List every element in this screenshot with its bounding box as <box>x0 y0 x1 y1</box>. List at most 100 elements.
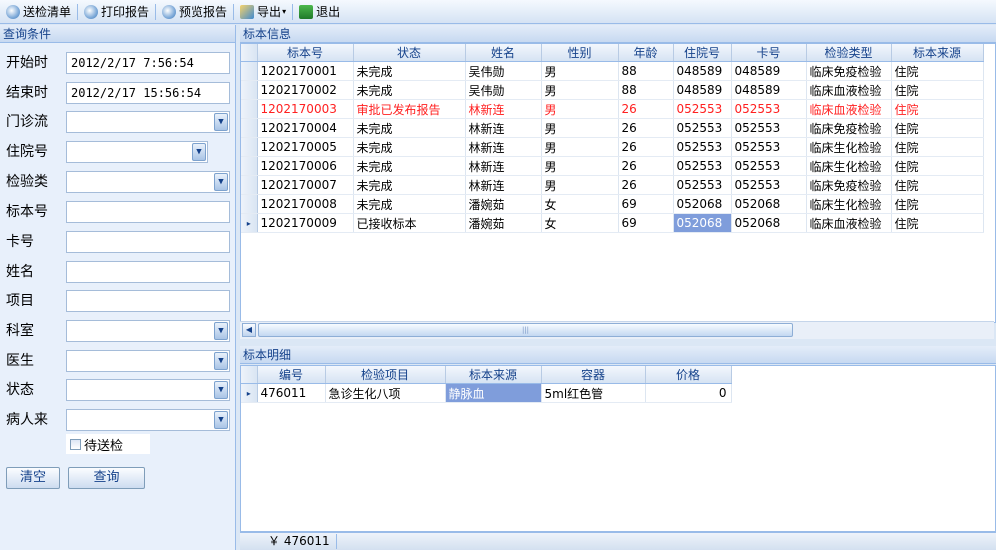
checkbox-box[interactable] <box>70 438 81 450</box>
table-cell[interactable]: 69 <box>618 213 674 233</box>
table-cell[interactable]: 临床免疫检验 <box>806 175 892 195</box>
table-cell[interactable]: 052553 <box>731 137 807 157</box>
table-cell[interactable]: 吴伟勋 <box>465 61 542 81</box>
table-cell[interactable]: 住院 <box>891 99 984 119</box>
table-row[interactable]: 1202170005 未完成 林新连男 26 052553 052553 临床生化检验 住院 <box>241 137 984 157</box>
table-cell[interactable]: 052553 <box>731 175 807 195</box>
chevron-down-icon[interactable]: ▼ <box>214 322 228 340</box>
column-header[interactable]: 年龄 <box>618 44 674 62</box>
table-cell[interactable]: 未完成 <box>353 137 466 157</box>
table-cell[interactable]: 住院 <box>891 61 984 81</box>
table-cell[interactable]: 未完成 <box>353 118 466 138</box>
column-header[interactable]: 卡号 <box>731 44 807 62</box>
table-row[interactable]: 1202170003 审批已发布报告 林新连男 26 052553 052553 临床血液检… <box>241 99 984 119</box>
table-cell[interactable]: 052068 <box>731 213 807 233</box>
table-cell[interactable]: 林新连 <box>465 137 542 157</box>
table-cell[interactable]: 1202170005 <box>257 137 354 157</box>
table-cell[interactable]: 052553 <box>673 99 732 119</box>
table-cell[interactable]: 88 <box>618 80 674 100</box>
table-cell[interactable]: 未完成 <box>353 175 466 195</box>
clear-button[interactable]: 清空 <box>6 467 60 489</box>
table-row[interactable]: 1202170006 未完成 林新连男 26 052553 052553 临床生化检验 住院 <box>241 156 984 176</box>
table-cell[interactable]: 052553 <box>731 156 807 176</box>
table-cell[interactable]: 1202170003 <box>257 99 354 119</box>
table-cell[interactable]: 住院 <box>891 80 984 100</box>
chevron-left-icon[interactable]: ◀ <box>242 323 256 337</box>
table-cell[interactable]: 052553 <box>731 99 807 119</box>
chevron-down-icon[interactable]: ▼ <box>214 381 228 399</box>
table-cell[interactable]: 吴伟勋 <box>465 80 542 100</box>
column-header[interactable]: 检验类型 <box>806 44 892 62</box>
table-cell[interactable]: 住院 <box>891 118 984 138</box>
table-cell[interactable]: 男 <box>541 118 619 138</box>
table-cell[interactable]: 048589 <box>731 61 807 81</box>
table-cell[interactable]: 临床生化检验 <box>806 156 892 176</box>
table-cell[interactable]: 1202170002 <box>257 80 354 100</box>
table-cell[interactable]: 1202170004 <box>257 118 354 138</box>
table-cell[interactable]: 潘婉茹 <box>465 194 542 214</box>
table-cell[interactable]: 审批已发布报告 <box>353 99 466 119</box>
table-cell-selected[interactable]: 静脉血 <box>445 383 542 403</box>
column-header[interactable]: 标本来源 <box>891 44 984 62</box>
table-cell[interactable]: 住院 <box>891 156 984 176</box>
table-cell[interactable]: 1202170006 <box>257 156 354 176</box>
table-cell[interactable]: 048589 <box>673 61 732 81</box>
table-cell[interactable]: 88 <box>618 61 674 81</box>
chevron-down-icon[interactable]: ▼ <box>214 352 228 370</box>
table-cell[interactable]: 26 <box>618 175 674 195</box>
table-cell[interactable]: 临床血液检验 <box>806 99 892 119</box>
horizontal-scrollbar[interactable]: ◀ ||| <box>240 321 994 339</box>
table-cell-selected[interactable]: 052068 <box>673 213 732 233</box>
table-cell[interactable]: 住院 <box>891 194 984 214</box>
table-row[interactable]: 1202170007 未完成 林新连男 26 052553 052553 临床免疫检验 住院 <box>241 175 984 195</box>
table-cell[interactable]: 未完成 <box>353 61 466 81</box>
table-cell[interactable]: 住院 <box>891 137 984 157</box>
table-cell[interactable]: 林新连 <box>465 175 542 195</box>
send-list-button[interactable]: 送检清单 <box>2 1 75 23</box>
outpatient-combo[interactable]: ▼ <box>66 111 230 133</box>
chevron-down-icon[interactable]: ▼ <box>214 173 228 191</box>
table-cell[interactable]: 5ml红色管 <box>541 383 646 403</box>
column-header[interactable]: 标本来源 <box>445 366 542 384</box>
chevron-down-icon[interactable]: ▼ <box>192 143 206 161</box>
table-cell[interactable]: 急诊生化八项 <box>325 383 446 403</box>
table-cell[interactable]: 1202170008 <box>257 194 354 214</box>
table-cell[interactable]: 048589 <box>731 80 807 100</box>
item-input[interactable] <box>66 290 230 312</box>
chevron-down-icon[interactable]: ▼ <box>214 411 228 429</box>
table-cell[interactable]: 已接收标本 <box>353 213 466 233</box>
table-cell[interactable]: 052553 <box>673 175 732 195</box>
export-button[interactable]: 导出 ▾ <box>236 1 290 23</box>
column-header[interactable]: 性别 <box>541 44 619 62</box>
column-header[interactable]: 价格 <box>645 366 732 384</box>
end-time-input[interactable]: 2012/2/17 15:56:54 <box>66 82 230 104</box>
print-report-button[interactable]: 打印报告 <box>80 1 153 23</box>
dept-combo[interactable]: ▼ <box>66 320 230 342</box>
table-cell[interactable]: 男 <box>541 99 619 119</box>
table-cell[interactable]: 男 <box>541 156 619 176</box>
table-cell[interactable]: 潘婉茹 <box>465 213 542 233</box>
name-input[interactable] <box>66 261 230 283</box>
table-cell[interactable]: 林新连 <box>465 156 542 176</box>
table-cell[interactable]: 048589 <box>673 80 732 100</box>
search-button[interactable]: 查询 <box>68 467 145 489</box>
table-cell[interactable]: 未完成 <box>353 156 466 176</box>
table-cell[interactable]: 林新连 <box>465 99 542 119</box>
start-time-input[interactable]: 2012/2/17 7:56:54 <box>66 52 230 74</box>
table-cell[interactable]: 1202170007 <box>257 175 354 195</box>
specimen-no-input[interactable] <box>66 201 230 223</box>
table-cell[interactable]: 052553 <box>731 118 807 138</box>
table-cell[interactable]: 临床血液检验 <box>806 80 892 100</box>
table-row[interactable]: 1202170001 未完成 吴伟勋男 88 048589 048589 临床免疫检验 住院 <box>241 61 984 81</box>
table-cell[interactable]: 林新连 <box>465 118 542 138</box>
exit-button[interactable]: 退出 <box>295 1 344 23</box>
table-cell[interactable]: 052553 <box>673 156 732 176</box>
table-row[interactable]: ▸ 476011 急诊生化八项 静脉血 5ml红色管 0 <box>241 383 732 403</box>
table-cell[interactable]: 未完成 <box>353 80 466 100</box>
table-row[interactable]: 1202170008 未完成 潘婉茹女 69 052068 052068 临床生化检验 住院 <box>241 194 984 214</box>
column-header[interactable]: 容器 <box>541 366 646 384</box>
table-cell[interactable]: 临床免疫检验 <box>806 118 892 138</box>
table-cell[interactable]: 052553 <box>673 118 732 138</box>
table-cell[interactable]: 临床生化检验 <box>806 137 892 157</box>
table-cell[interactable]: 住院 <box>891 175 984 195</box>
